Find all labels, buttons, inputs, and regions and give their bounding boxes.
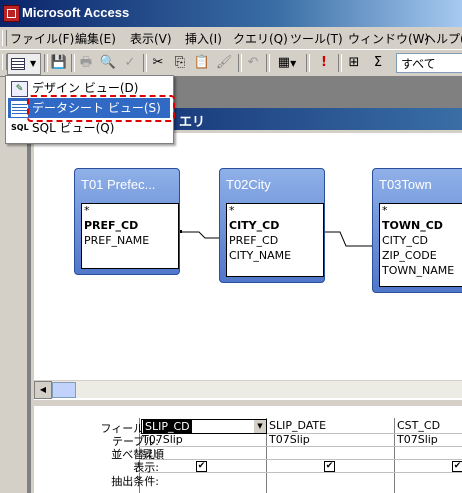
spellcheck-icon[interactable]: ✓ <box>120 53 140 73</box>
table-t03[interactable]: T03Town * TOWN_CD CITY_CD ZIP_CODE TOWN_… <box>372 168 462 293</box>
table-t01-title: T01 Prefec... <box>81 177 156 192</box>
chevron-down-icon: ▼ <box>30 59 37 68</box>
field-item[interactable]: * <box>229 204 235 217</box>
cut-icon[interactable]: ✂ <box>148 53 168 73</box>
field-dropdown[interactable]: SLIP_CD ▼ <box>141 419 267 434</box>
show-table-icon[interactable]: ⊞ <box>344 53 364 73</box>
toolbar-separator <box>71 54 75 72</box>
field-cell[interactable]: CST_CD <box>397 419 440 432</box>
table-t03-fields: * TOWN_CD CITY_CD ZIP_CODE TOWN_NAME <box>379 203 462 287</box>
table-cell[interactable]: T07Slip <box>142 433 183 446</box>
sort-cell[interactable]: 昇順 <box>142 446 164 462</box>
undo-icon[interactable]: ↶ <box>243 53 263 73</box>
design-grid[interactable]: フィールド: テーブル: 並べ替え: 表示: 抽出条件: SLIP_CD ▼ T… <box>34 406 462 493</box>
horizontal-scrollbar[interactable]: ◀ <box>34 380 462 399</box>
save-icon[interactable]: 💾 <box>49 53 69 73</box>
field-item[interactable]: PREF_NAME <box>84 234 149 247</box>
query-design-window: エリ T01 Prefec... * PREF_CD PREF_NAME T02… <box>31 108 462 493</box>
field-item[interactable]: * <box>382 204 388 217</box>
app-title-bar: Microsoft Access <box>0 0 462 27</box>
chevron-down-icon[interactable]: ▼ <box>254 420 266 433</box>
top-values-combo[interactable]: すべて <box>396 53 462 73</box>
field-value-selected: SLIP_CD <box>143 420 192 433</box>
table-t01[interactable]: T01 Prefec... * PREF_CD PREF_NAME <box>74 168 180 275</box>
query-type-icon[interactable]: ▦▼ <box>272 53 302 73</box>
menu-tools[interactable]: ツール(T) <box>290 30 343 47</box>
access-app-icon[interactable] <box>3 5 20 22</box>
field-item[interactable]: PREF_CD <box>229 234 278 247</box>
toolbar-separator <box>306 54 310 72</box>
show-checkbox[interactable]: ✔ <box>452 461 462 472</box>
field-cell[interactable]: SLIP_DATE <box>269 419 326 432</box>
field-item[interactable]: CITY_NAME <box>229 249 291 262</box>
field-item[interactable]: ZIP_CODE <box>382 249 437 262</box>
show-checkbox[interactable]: ✔ <box>324 461 335 472</box>
table-t02[interactable]: T02City * CITY_CD PREF_CD CITY_NAME <box>219 168 325 283</box>
print-icon[interactable]: 🖶 <box>76 53 96 73</box>
menu-window[interactable]: ウィンドウ(W) <box>348 30 429 47</box>
menu-view[interactable]: 表示(V) <box>130 30 172 47</box>
menu-help[interactable]: ヘルプ(H) <box>424 30 462 47</box>
toolbar-separator <box>44 54 48 72</box>
field-item[interactable]: * <box>84 204 90 217</box>
print-preview-icon[interactable]: 🔍 <box>98 53 118 73</box>
copy-icon[interactable]: ⎘ <box>170 53 190 73</box>
totals-icon[interactable]: Σ <box>368 53 388 73</box>
sql-icon: SQL <box>11 123 29 132</box>
show-checkbox[interactable]: ✔ <box>196 461 207 472</box>
toolbar-separator <box>143 54 147 72</box>
format-painter-icon[interactable]: 🖌 <box>214 53 234 73</box>
grid-row-line <box>139 446 462 447</box>
scroll-left-icon[interactable]: ◀ <box>34 381 52 399</box>
design-view-icon: ✎ <box>11 81 28 97</box>
table-t02-title: T02City <box>226 177 271 192</box>
table-cell[interactable]: T07Slip <box>269 433 310 446</box>
menubar-grip[interactable] <box>2 30 7 46</box>
table-cell[interactable]: T07Slip <box>397 433 438 446</box>
grid-row-line <box>139 472 462 473</box>
field-item[interactable]: CITY_CD <box>382 234 428 247</box>
table-t03-title: T03Town <box>379 177 432 192</box>
view-button[interactable]: ▼ <box>7 53 41 75</box>
app-title: Microsoft Access <box>22 5 130 20</box>
table-pane[interactable]: T01 Prefec... * PREF_CD PREF_NAME T02Cit… <box>34 133 462 400</box>
datasheet-view-icon <box>11 101 28 117</box>
field-item-key[interactable]: PREF_CD <box>84 219 138 232</box>
field-item[interactable]: TOWN_NAME <box>382 264 454 277</box>
field-item-key[interactable]: CITY_CD <box>229 219 279 232</box>
scroll-thumb[interactable] <box>52 382 76 398</box>
paste-icon[interactable]: 📋 <box>192 53 212 73</box>
toolbar-separator <box>238 54 242 72</box>
menu-query[interactable]: クエリ(Q) <box>233 30 288 47</box>
query-window-title: エリ <box>179 115 206 130</box>
menu-bar: ファイル(F) 編集(E) 表示(V) 挿入(I) クエリ(Q) ツール(T) … <box>0 27 462 50</box>
row-label-criteria: 抽出条件: <box>111 475 159 488</box>
toolbar-separator <box>266 54 270 72</box>
field-item-key[interactable]: TOWN_CD <box>382 219 443 232</box>
annotation-highlight <box>27 95 175 122</box>
grid-row-line <box>139 459 462 460</box>
table-t01-fields: * PREF_CD PREF_NAME <box>81 203 179 269</box>
menu-file[interactable]: ファイル(F) <box>10 30 74 47</box>
table-t02-fields: * CITY_CD PREF_CD CITY_NAME <box>226 203 324 277</box>
top-values-value: すべて <box>401 57 436 71</box>
menu-edit[interactable]: 編集(E) <box>75 30 116 47</box>
toolbar: ▼ 💾 🖶 🔍 ✓ ✂ ⎘ 📋 🖌 ↶ ▦▼ ! ⊞ Σ すべて <box>0 50 462 77</box>
grid-divider <box>394 418 395 493</box>
toolbar-separator <box>338 54 342 72</box>
run-icon[interactable]: ! <box>314 53 334 73</box>
view-grid-icon <box>11 58 25 70</box>
menu-insert[interactable]: 挿入(I) <box>185 30 222 47</box>
